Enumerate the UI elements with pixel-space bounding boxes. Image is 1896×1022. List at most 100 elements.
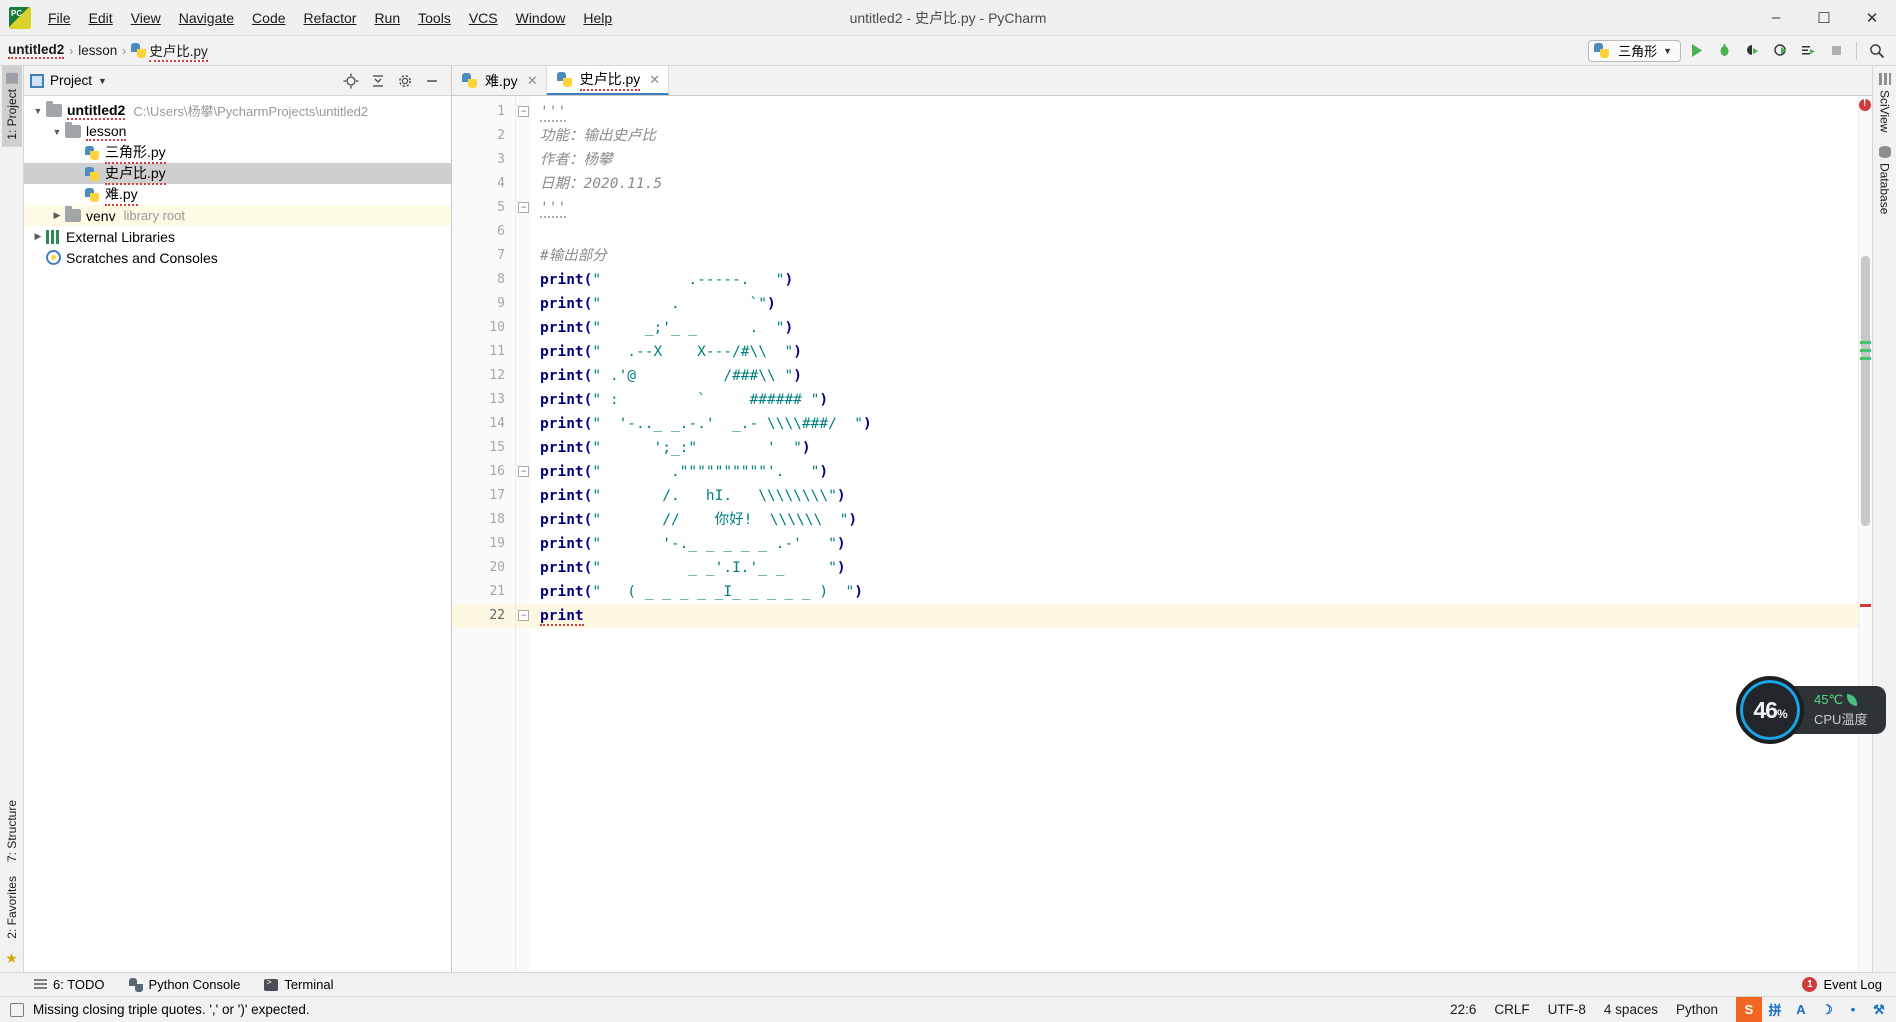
menu-tools[interactable]: Tools — [409, 6, 460, 30]
code-line[interactable]: print(" _ _'.I.'_ _ ") — [530, 556, 1858, 580]
line-number[interactable]: 17 — [452, 484, 515, 508]
line-number[interactable]: 21 — [452, 580, 515, 604]
rail-tab-structure[interactable]: 7: Structure — [2, 793, 22, 869]
bottom-tab-python-console[interactable]: Python Console — [117, 977, 253, 992]
code-line[interactable]: print(" .-----. ") — [530, 268, 1858, 292]
bottom-tab-terminal[interactable]: Terminal — [252, 977, 345, 992]
tree-node-scratchesandconsoles[interactable]: Scratches and Consoles — [24, 247, 451, 268]
menu-window[interactable]: Window — [507, 6, 575, 30]
code-line[interactable]: print(" '-._ _ _ _ _ .-' ") — [530, 532, 1858, 556]
code-line[interactable]: print(" _;'_ _ . ") — [530, 316, 1858, 340]
fold-toggle-icon[interactable]: − — [518, 106, 529, 117]
fold-toggle-icon[interactable]: − — [518, 466, 529, 477]
line-number[interactable]: 9 — [452, 292, 515, 316]
code-line[interactable]: print(" ( _ _ _ _ _I_ _ _ _ _ ) ") — [530, 580, 1858, 604]
breadcrumb-project[interactable]: untitled2 — [8, 42, 65, 59]
line-number[interactable]: 6 — [452, 220, 515, 244]
code-line[interactable]: print — [530, 604, 1858, 628]
code-line[interactable]: ''' — [530, 100, 1858, 124]
line-separator[interactable]: CRLF — [1494, 1002, 1529, 1017]
code-line[interactable]: print(" .""""""""""'. ") — [530, 460, 1858, 484]
ime-moon-icon[interactable]: ☽ — [1814, 997, 1840, 1022]
editor-tab[interactable]: 史卢比.py ✕ — [546, 66, 670, 95]
menu-view[interactable]: View — [122, 6, 170, 30]
code-text[interactable]: ''' 功能：输出史卢比 作者：杨攀 日期：2020.11.5 ''' #输出部分 pri… — [530, 96, 1858, 972]
code-line[interactable]: print(" . `") — [530, 292, 1858, 316]
fold-toggle-icon[interactable]: − — [518, 202, 529, 213]
rail-tab-sciview[interactable]: SciView — [1875, 66, 1895, 139]
line-number[interactable]: 19 — [452, 532, 515, 556]
code-line[interactable]: 日期：2020.11.5 — [530, 172, 1858, 196]
code-line[interactable]: print(" /. hI. \\\\\\\\") — [530, 484, 1858, 508]
line-number[interactable]: 8 — [452, 268, 515, 292]
menu-edit[interactable]: Edit — [80, 6, 122, 30]
tree-node-难py[interactable]: 难.py — [24, 184, 451, 206]
tree-node-venv[interactable]: ▶ venv library root — [24, 205, 451, 226]
tree-node-lesson[interactable]: ▼ lesson — [24, 121, 451, 142]
breadcrumb-file[interactable]: 史卢比.py — [149, 40, 208, 62]
error-stripe-icon[interactable] — [1859, 98, 1871, 111]
event-log-button[interactable]: 1 Event Log — [1802, 977, 1896, 992]
minimize-button[interactable]: – — [1752, 0, 1800, 36]
ime-tools-icon[interactable]: ⚒ — [1866, 997, 1892, 1022]
collapse-all-icon[interactable] — [369, 72, 387, 90]
editor-tab-strip[interactable]: 难.py ✕ 史卢比.py ✕ — [452, 66, 1872, 96]
run-configuration-selector[interactable]: 三角形 ▼ — [1588, 39, 1681, 62]
code-line[interactable]: print(" : ` ###### ") — [530, 388, 1858, 412]
line-number[interactable]: 3 — [452, 148, 515, 172]
project-tree[interactable]: ▼ untitled2 C:\Users\杨攀\PycharmProjects\un… — [24, 96, 451, 972]
settings-gear-icon[interactable] — [396, 72, 414, 90]
favorites-star-icon[interactable]: ★ — [5, 950, 18, 967]
menu-vcs[interactable]: VCS — [460, 6, 507, 30]
project-panel-title-group[interactable]: Project ▼ — [30, 73, 107, 88]
code-line[interactable]: 功能：输出史卢比 — [530, 124, 1858, 148]
line-number[interactable]: 22 — [452, 604, 515, 628]
tree-expand-arrow[interactable]: ▶ — [49, 210, 65, 221]
locate-icon[interactable] — [342, 72, 360, 90]
line-number[interactable]: 1 — [452, 100, 515, 124]
menu-refactor[interactable]: Refactor — [295, 6, 366, 30]
tree-expand-arrow[interactable]: ▶ — [30, 231, 46, 242]
line-number[interactable]: 2 — [452, 124, 515, 148]
close-tab-icon[interactable]: ✕ — [527, 73, 538, 89]
breadcrumb-folder[interactable]: lesson — [78, 43, 117, 58]
close-tab-icon[interactable]: ✕ — [649, 72, 660, 88]
editor-tab[interactable]: 难.py ✕ — [452, 66, 547, 95]
cpu-monitor-widget[interactable]: 45℃ CPU温度 46% — [1736, 676, 1886, 744]
line-number[interactable]: 18 — [452, 508, 515, 532]
line-number[interactable]: 5 — [452, 196, 515, 220]
close-button[interactable]: ✕ — [1848, 0, 1896, 36]
rail-tab-database[interactable]: Database — [1875, 139, 1895, 221]
line-number[interactable]: 12 — [452, 364, 515, 388]
menu-help[interactable]: Help — [574, 6, 621, 30]
run-coverage-button[interactable] — [1739, 39, 1765, 63]
line-number[interactable]: 16 — [452, 460, 515, 484]
ime-alpha-icon[interactable]: A — [1788, 997, 1814, 1022]
run-button[interactable] — [1683, 39, 1709, 63]
rail-tab-favorites[interactable]: 2: Favorites — [2, 869, 22, 946]
file-encoding[interactable]: UTF-8 — [1548, 1002, 1586, 1017]
ime-dot-icon[interactable]: • — [1840, 997, 1866, 1022]
tree-node-史卢比py[interactable]: 史卢比.py — [24, 163, 451, 185]
code-line[interactable]: ''' — [530, 196, 1858, 220]
menu-file[interactable]: File — [39, 6, 80, 30]
search-everywhere-icon[interactable] — [1864, 39, 1890, 63]
code-line[interactable] — [530, 220, 1858, 244]
line-number[interactable]: 4 — [452, 172, 515, 196]
ime-pinyin-icon[interactable]: 拼 — [1762, 997, 1788, 1022]
scrollbar-thumb[interactable] — [1861, 256, 1870, 526]
menu-navigate[interactable]: Navigate — [170, 6, 243, 30]
tree-expand-arrow[interactable]: ▼ — [49, 127, 65, 137]
code-line[interactable]: 作者：杨攀 — [530, 148, 1858, 172]
python-interpreter[interactable]: Python — [1676, 1002, 1718, 1017]
tree-node-三角形py[interactable]: 三角形.py — [24, 142, 451, 164]
line-number[interactable]: 14 — [452, 412, 515, 436]
line-number[interactable]: 10 — [452, 316, 515, 340]
menu-run[interactable]: Run — [365, 6, 409, 30]
maximize-button[interactable]: ☐ — [1800, 0, 1848, 36]
editor-scrollbar[interactable] — [1858, 96, 1872, 972]
debug-button[interactable] — [1711, 39, 1737, 63]
hide-panel-icon[interactable] — [423, 72, 441, 90]
code-line[interactable]: print(" '-.._ _.-.' _.- \\\\###/ ") — [530, 412, 1858, 436]
profile-button[interactable] — [1767, 39, 1793, 63]
